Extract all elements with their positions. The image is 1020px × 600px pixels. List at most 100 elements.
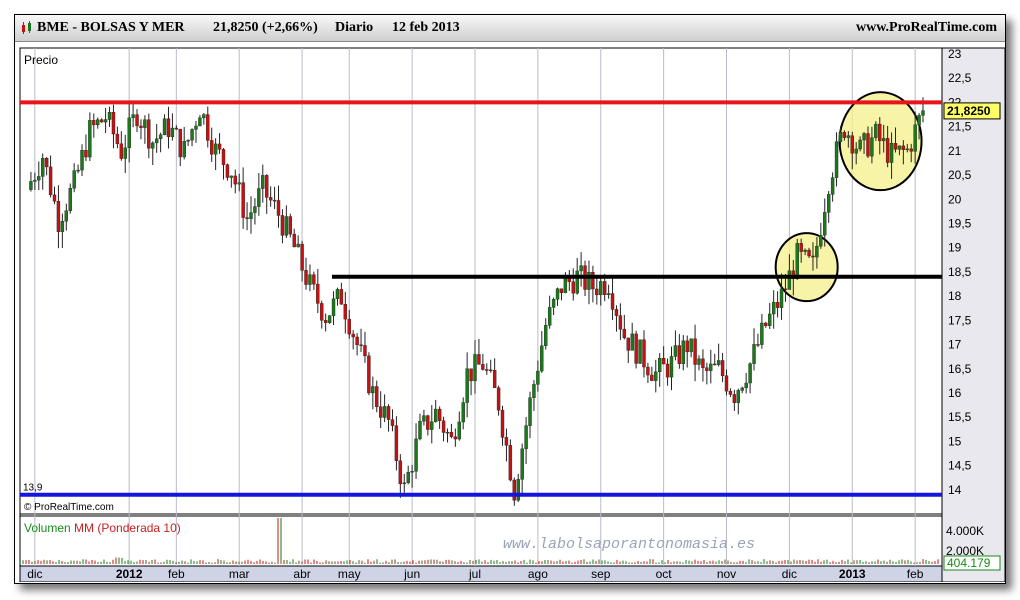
candle-down [504, 437, 509, 446]
candle-down [115, 133, 120, 145]
candle-down [217, 143, 222, 150]
candle-down [634, 333, 638, 364]
candle-up [410, 471, 414, 473]
candle-down [320, 303, 324, 321]
time-axis-label: 2012 [116, 567, 143, 581]
title-bar: BME - BOLSAS Y MER 21,8250 (+2,66%) Diar… [15, 15, 1005, 42]
candle-up [76, 169, 80, 172]
candle-down [618, 315, 623, 330]
price-axis-tick: 20,5 [948, 168, 972, 182]
candle-up [457, 421, 461, 440]
candle-down [135, 114, 139, 127]
candle-up [198, 117, 202, 127]
candle-down [265, 175, 269, 198]
price-axis-tick: 16,5 [948, 362, 972, 376]
price-axis-tick: 16 [948, 386, 962, 400]
price-axis-tick: 21 [948, 144, 962, 158]
candle-up [532, 384, 536, 398]
candle-down [701, 358, 705, 368]
candle-up [41, 158, 45, 177]
candle-up [64, 210, 68, 222]
candle-up [123, 147, 127, 159]
candle-up [434, 408, 438, 422]
candle-up [689, 338, 693, 353]
candle-down [713, 363, 717, 366]
candle-up [771, 302, 776, 315]
watermark: www.labolsaporantonomasia.es [503, 536, 755, 553]
chart-period: Diario [335, 20, 374, 35]
candle-up [669, 356, 674, 378]
candle-up [253, 206, 257, 213]
candle-down [783, 288, 788, 291]
candle-down [646, 366, 650, 376]
candle-down [807, 249, 811, 257]
candle-up [654, 371, 658, 381]
candle-down [724, 375, 729, 392]
candle-up [834, 141, 839, 178]
candle-up [80, 150, 84, 171]
volume-value-tag-text: 404.179 [947, 556, 991, 570]
candle-down [685, 340, 689, 353]
candle-up [158, 134, 163, 140]
candle-down [119, 143, 124, 159]
price-axis-tick: 20 [948, 192, 962, 206]
candle-down [477, 354, 481, 365]
time-axis-label: ago [528, 567, 548, 581]
candle-up [862, 133, 866, 141]
candle-down [339, 289, 344, 305]
candle-down [48, 166, 53, 196]
candle-down [276, 200, 281, 216]
candle-up [465, 368, 469, 403]
price-axis-tick: 23 [948, 47, 962, 61]
candle-down [496, 387, 501, 411]
candle-down [312, 274, 316, 285]
candle-down [178, 128, 182, 158]
candle-up [681, 340, 685, 364]
candle-down [885, 138, 890, 163]
candle-up [854, 148, 858, 154]
candle-up [752, 344, 756, 364]
candle-down [233, 175, 237, 185]
candle-down [622, 328, 627, 339]
candle-up [72, 170, 76, 189]
volume-label: Volumen MM (Ponderada 10) [24, 521, 181, 535]
price-axis-tick: 19 [948, 241, 962, 255]
candle-down [595, 288, 599, 296]
candle-down [481, 364, 485, 370]
candle-down [512, 479, 516, 501]
candle-up [190, 129, 194, 141]
candle-up [830, 177, 835, 195]
candle-up [33, 179, 37, 182]
candle-down [559, 288, 564, 293]
last-price: 21,8250 (+2,66%) [213, 20, 318, 35]
candle-down [909, 148, 913, 152]
candle-down [225, 164, 230, 178]
candle-down [571, 281, 575, 294]
candle-down [591, 272, 595, 290]
chart-window: BME - BOLSAS Y MER 21,8250 (+2,66%) Diar… [14, 14, 1006, 584]
candle-down [272, 199, 277, 202]
candle-up [897, 145, 902, 150]
ticker-title: BME - BOLSAS Y MER [37, 20, 185, 35]
price-axis-tick: 18,5 [948, 265, 972, 279]
candle-down [375, 386, 379, 407]
time-axis-label: sep [591, 567, 611, 581]
candle-down [449, 431, 454, 437]
candle-up [331, 298, 336, 316]
price-axis-tick: 15,5 [948, 410, 972, 424]
candle-down [453, 436, 458, 440]
candle-down [323, 320, 328, 323]
candle-up [327, 315, 332, 323]
price-chart: Precio 13,9 © ProRealTime.com 2322,52221… [19, 47, 1005, 582]
site-link[interactable]: www.ProRealTime.com [856, 20, 997, 36]
candle-up [308, 274, 312, 285]
candle-down [693, 338, 697, 365]
candle-up [335, 289, 340, 300]
candle-down [304, 270, 308, 285]
candle-up [406, 471, 410, 484]
candle-up [921, 110, 925, 116]
candle-down [316, 283, 320, 304]
candle-up [544, 325, 548, 346]
candle-down [614, 309, 619, 316]
candle-down [650, 374, 654, 381]
